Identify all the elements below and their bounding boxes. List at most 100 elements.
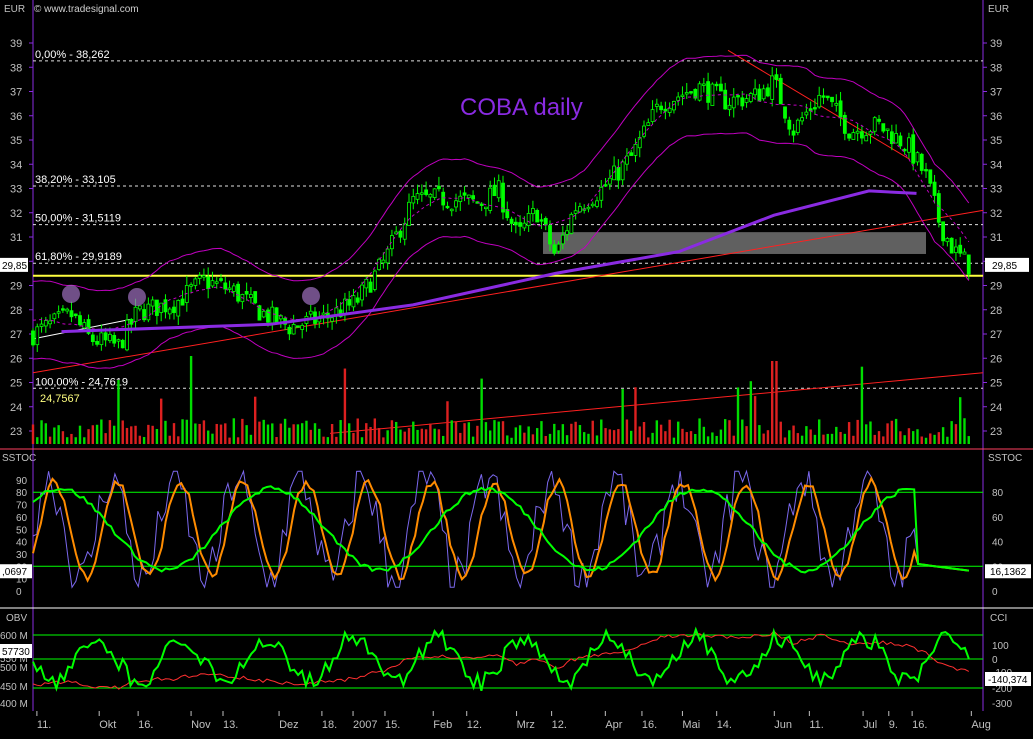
- candle-body: [219, 278, 223, 281]
- candle-body: [69, 310, 74, 318]
- volume-bar: [933, 434, 936, 444]
- x-axis-tick: Apr: [605, 719, 622, 731]
- chart-title: COBA daily: [460, 94, 583, 121]
- price-tick-right: 33: [990, 184, 1002, 196]
- volume-bar: [386, 430, 389, 444]
- volume-bar: [959, 397, 962, 444]
- candle-body: [133, 306, 138, 322]
- candle-body: [941, 221, 946, 242]
- volume-bar: [369, 427, 372, 444]
- candle-body: [445, 205, 450, 209]
- x-axis-tick: 11.: [37, 719, 51, 731]
- chart-canvas: © www.tradesignal.com EUR EUR COBA daily…: [0, 0, 1033, 734]
- volume-bar: [535, 428, 539, 444]
- stoch-label-right: SSTOC: [988, 453, 1022, 464]
- volume-bar: [758, 425, 761, 444]
- candle-body: [543, 217, 548, 226]
- candle-body: [381, 259, 386, 264]
- volume-bar: [459, 432, 462, 444]
- candle-body: [449, 208, 454, 212]
- volume-bar: [429, 423, 432, 444]
- trading-chart[interactable]: © www.tradesignal.com EUR EUR COBA daily…: [0, 0, 1033, 739]
- volume-bar: [488, 430, 492, 444]
- volume-bar: [617, 429, 620, 444]
- candle-body: [565, 230, 570, 235]
- candle-body: [257, 305, 262, 321]
- volume-bar: [211, 433, 214, 444]
- candle-body: [95, 340, 99, 345]
- volume-bar: [544, 435, 547, 444]
- candle-body: [877, 118, 881, 122]
- fibonacci-label: 38,20% - 33,105: [35, 174, 116, 186]
- volume-bar: [70, 433, 73, 444]
- stoch-value-left: ,0697: [2, 567, 27, 578]
- price-tick-right: 24: [990, 402, 1002, 414]
- candle-body: [774, 74, 779, 81]
- candle-body: [522, 222, 527, 229]
- candle-body: [526, 213, 531, 227]
- volume-bar: [723, 419, 727, 444]
- candle-body: [244, 291, 249, 295]
- candle-body: [347, 299, 352, 306]
- currency-right-label: EUR: [988, 4, 1009, 15]
- volume-bar: [87, 429, 90, 444]
- volume-bar: [553, 423, 556, 444]
- candle-body: [360, 284, 364, 301]
- volume-bar: [138, 435, 142, 444]
- candle-body: [791, 130, 796, 136]
- candle-body: [697, 83, 702, 101]
- volume-bar: [946, 436, 949, 444]
- x-axis-tick: Mrz: [517, 719, 535, 731]
- volume-bar: [719, 429, 723, 444]
- candle-body: [189, 284, 193, 287]
- volume-bar: [309, 429, 312, 444]
- volume-bar: [903, 435, 906, 444]
- price-tick-left: 25: [10, 378, 22, 390]
- candle-body: [355, 297, 360, 303]
- volume-bar: [147, 424, 150, 444]
- volume-bar: [283, 418, 287, 444]
- price-tick-left: 24: [10, 402, 22, 414]
- volume-bar: [48, 436, 52, 444]
- volume-bar: [518, 425, 522, 444]
- volume-bar: [659, 424, 663, 444]
- candle-body: [915, 152, 920, 163]
- candle-body: [129, 319, 134, 325]
- volume-bar: [698, 418, 701, 444]
- candle-body: [364, 278, 369, 289]
- volume-bar: [638, 426, 641, 444]
- candle-body: [924, 169, 928, 172]
- candle-body: [385, 248, 390, 264]
- candle-body: [210, 280, 215, 287]
- volume-bar: [600, 419, 603, 444]
- candle-body: [680, 94, 685, 97]
- volume-bar: [352, 432, 355, 444]
- cci-tick: 0: [992, 655, 998, 666]
- candle-body: [595, 200, 599, 207]
- volume-bar: [587, 433, 590, 444]
- price-tick-left: 28: [10, 305, 22, 317]
- volume-bar: [924, 437, 928, 444]
- price-tick-right: 23: [990, 426, 1002, 438]
- volume-bar: [484, 422, 488, 444]
- candle-body: [830, 96, 834, 103]
- candle-body: [851, 132, 856, 140]
- volume-bar: [360, 437, 364, 444]
- price-tick-right: 34: [990, 159, 1002, 171]
- price-tick-right: 27: [990, 329, 1002, 341]
- candle-body: [253, 291, 258, 304]
- candle-body: [479, 203, 484, 206]
- volume-bar: [548, 433, 552, 444]
- candle-body: [321, 312, 326, 316]
- volume-bar: [198, 423, 201, 444]
- candle-body: [261, 310, 266, 318]
- candle-body: [419, 192, 424, 195]
- candle-body: [727, 104, 732, 111]
- price-tick-right: 38: [990, 62, 1002, 74]
- volume-bar: [322, 436, 325, 444]
- candle-body: [748, 93, 753, 102]
- volume-bar: [305, 420, 308, 444]
- candle-body: [864, 135, 869, 142]
- volume-bar: [775, 361, 778, 444]
- stoch-tick-right: 0: [992, 587, 998, 598]
